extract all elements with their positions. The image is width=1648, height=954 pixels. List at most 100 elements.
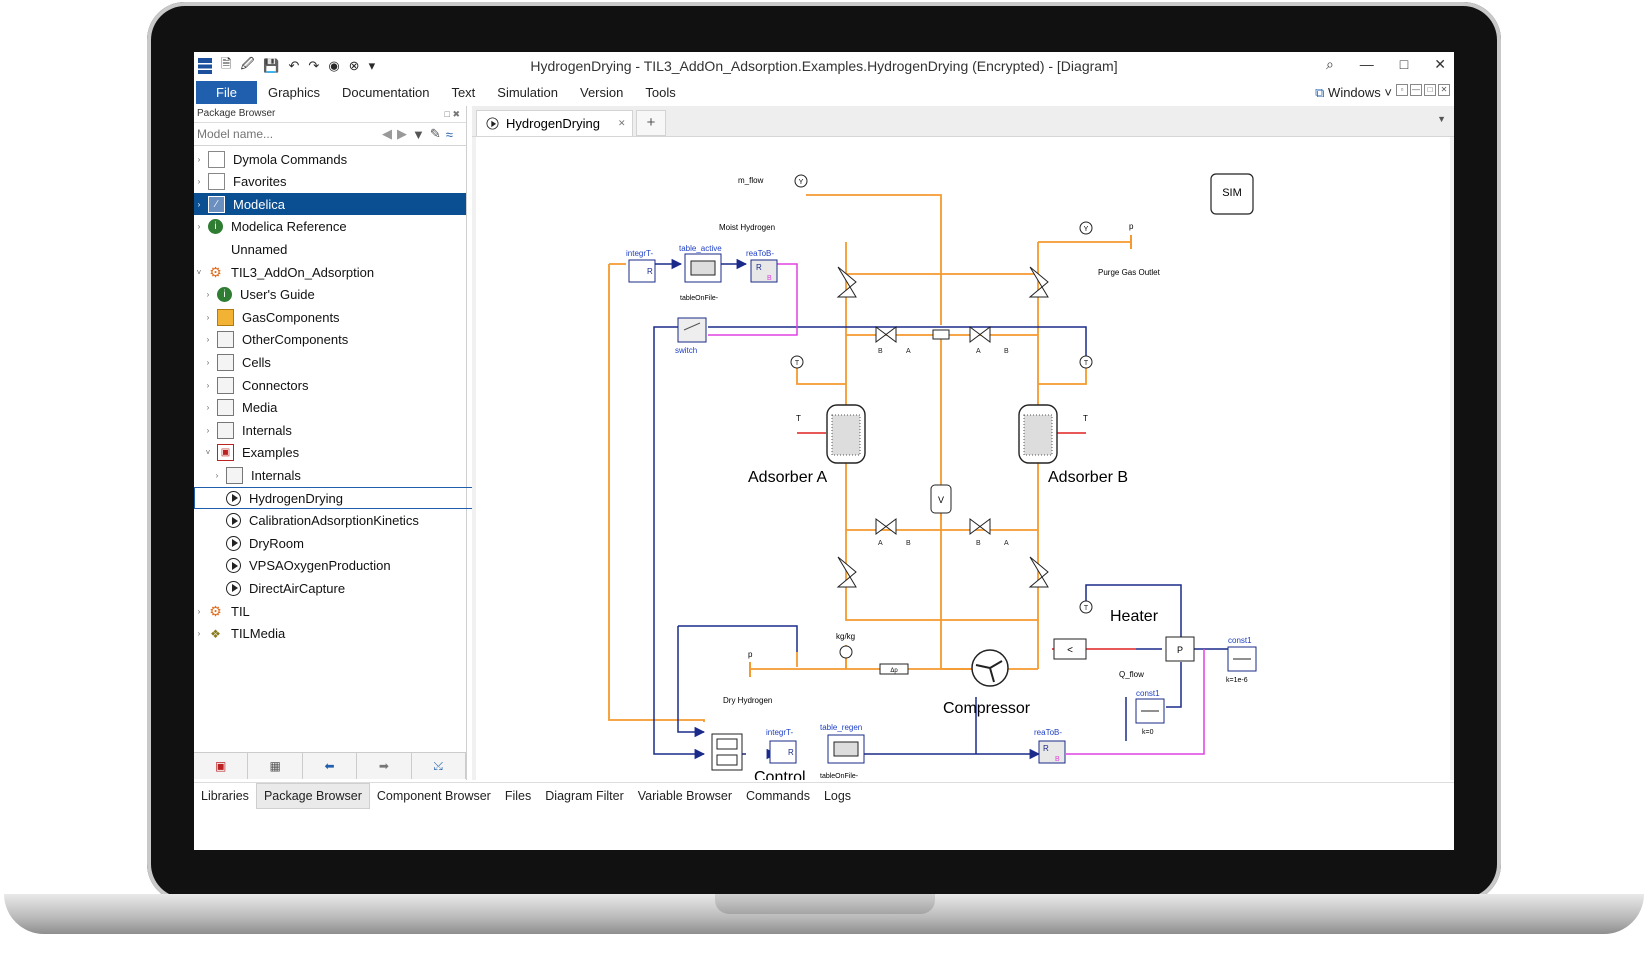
switch-block[interactable]: switch [675,317,707,355]
grid-icon[interactable]: ▦ [248,753,303,779]
tree-item-label: Media [242,400,278,416]
expand-arrow-icon[interactable]: › [203,313,213,322]
tree-item[interactable]: › Cells [194,351,475,373]
model-name-input[interactable] [194,126,377,142]
expand-arrow-icon[interactable]: › [203,426,213,435]
expand-arrow-icon[interactable]: ˅ [194,268,204,277]
prev-arrow-icon[interactable]: ⬅ [303,753,358,779]
tree-item[interactable]: › OtherComponents [194,329,475,351]
tree-item[interactable]: HydrogenDrying [194,487,484,509]
tree-item[interactable]: › Connectors [194,374,475,396]
menu-version[interactable]: Version [569,85,634,100]
tree-item[interactable]: › Dymola Commands [194,148,466,170]
search-icon[interactable]: ⌕ [1326,56,1334,73]
close-icon[interactable]: ✕ [1434,56,1446,73]
tree-item[interactable]: Unnamed [194,238,466,260]
heater-block[interactable]: Heater < Q_flow P const1 k=1e-6 const1 k… [1053,608,1257,736]
forward-icon[interactable]: ▶ [397,126,407,142]
mdi-maximize-icon[interactable]: □ [1424,84,1436,96]
sim-block[interactable]: SIM [1210,173,1254,215]
tree-item[interactable]: DirectAirCapture [194,577,484,599]
filter-icon[interactable]: ▼ [412,127,425,142]
expand-arrow-icon[interactable]: › [203,358,213,367]
adsorber-b[interactable]: T Adsorber B [1018,404,1128,486]
mdi-close-icon[interactable]: ✕ [1438,84,1450,96]
tree-item[interactable]: CalibrationAdsorptionKinetics [194,510,484,532]
tree-item[interactable]: VPSAOxygenProduction [194,555,484,577]
expand-arrow-icon[interactable]: › [194,177,204,186]
tree-item[interactable]: › i User's Guide [194,284,475,306]
tree-item[interactable]: › Internals [194,419,475,441]
tree-item[interactable]: ˅ ⚙ TIL3_AddOn_Adsorption [194,261,466,283]
tree-item-label: Connectors [242,377,309,393]
tree-item[interactable]: › ⚙ TIL [194,600,466,622]
expand-arrow-icon[interactable]: › [212,471,222,480]
compressor-block[interactable]: Compressor [943,649,1031,717]
tab-diagram-filter[interactable]: Diagram Filter [538,784,631,808]
stop-icon[interactable]: ⊗ [349,58,360,74]
svg-text:B: B [1004,348,1009,355]
tree-item[interactable]: DryRoom [194,532,484,554]
tree-item[interactable]: › Internals [194,464,484,486]
jump-icon[interactable]: ⤩ [412,753,467,779]
tab-list-dropdown-icon[interactable]: ▼ [1437,114,1446,124]
panel-pin-icon[interactable]: □ ✖ [445,106,460,122]
menu-file[interactable]: File [196,80,257,104]
tree-item-label: GasComponents [242,309,340,325]
expand-arrow-icon[interactable]: › [194,222,204,231]
redo-icon[interactable]: ↷ [308,58,319,74]
expand-arrow-icon[interactable]: › [203,403,213,412]
tree-item[interactable]: › Media [194,397,475,419]
expand-arrow-icon[interactable]: › [194,629,204,638]
undo-icon[interactable]: ↶ [289,58,300,74]
menu-text[interactable]: Text [440,85,486,100]
open-file-icon[interactable]: 🖉 [240,55,254,77]
menu-documentation[interactable]: Documentation [331,85,440,100]
simulate-icon[interactable]: ◉ [328,58,339,74]
library-book-icon[interactable]: ▣ [194,753,249,779]
new-file-icon[interactable]: 🗎 [221,55,231,77]
menu-graphics[interactable]: Graphics [257,85,331,100]
add-tab-button[interactable]: + [636,110,666,136]
tab-logs[interactable]: Logs [817,784,858,808]
control-block[interactable]: Control integrT- R table_regen tableOnFi… [711,723,1066,786]
svg-text:T: T [795,360,800,367]
tab-close-icon[interactable]: ✕ [618,118,626,129]
expand-arrow-icon[interactable]: › [203,381,213,390]
windows-menu[interactable]: ⧉ Windows ˅ [1315,85,1392,101]
maximize-icon[interactable]: □ [1400,56,1408,73]
expand-arrow-icon[interactable]: › [194,200,204,209]
menu-tools[interactable]: Tools [634,85,686,100]
tree-item[interactable]: › i Modelica Reference [194,216,466,238]
tree-item[interactable]: ˅ ▣ Examples [194,442,475,464]
tree-item[interactable]: › ∕ Modelica [194,193,466,216]
k-small-label: k=1e-6 [1226,677,1248,684]
tab-package-browser[interactable]: Package Browser [255,783,370,809]
expand-arrow-icon[interactable]: › [203,335,213,344]
minimize-icon[interactable]: — [1360,56,1374,73]
tab-variable-browser[interactable]: Variable Browser [631,784,739,808]
model-play-icon [486,117,499,130]
edit-filter-icon[interactable]: ✎ [430,126,441,142]
mdi-restore-icon[interactable]: ▫ [1396,84,1408,96]
expand-arrow-icon[interactable]: ˅ [203,448,213,457]
sync-icon[interactable]: ≈ [446,127,453,142]
tab-commands[interactable]: Commands [739,784,817,808]
back-icon[interactable]: ◀ [382,126,392,142]
tab-files[interactable]: Files [498,784,538,808]
adsorber-a[interactable]: T Adsorber A [748,404,866,486]
mdi-minimize-icon[interactable]: — [1410,84,1422,96]
tab-hydrogendrying[interactable]: HydrogenDrying ✕ [476,110,633,136]
next-arrow-icon[interactable]: ➡ [357,753,412,779]
tab-libraries[interactable]: Libraries [194,784,256,808]
customize-dropdown-icon[interactable]: ▾ [369,58,376,74]
expand-arrow-icon[interactable]: › [203,290,213,299]
save-icon[interactable]: 💾 [263,58,279,74]
tree-item[interactable]: › Favorites [194,171,466,193]
tree-item[interactable]: › ❖ TILMedia [194,623,466,645]
tree-item[interactable]: › GasComponents [194,306,475,328]
tab-component-browser[interactable]: Component Browser [370,784,498,808]
expand-arrow-icon[interactable]: › [194,155,204,164]
menu-simulation[interactable]: Simulation [486,85,569,100]
expand-arrow-icon[interactable]: › [194,607,204,616]
